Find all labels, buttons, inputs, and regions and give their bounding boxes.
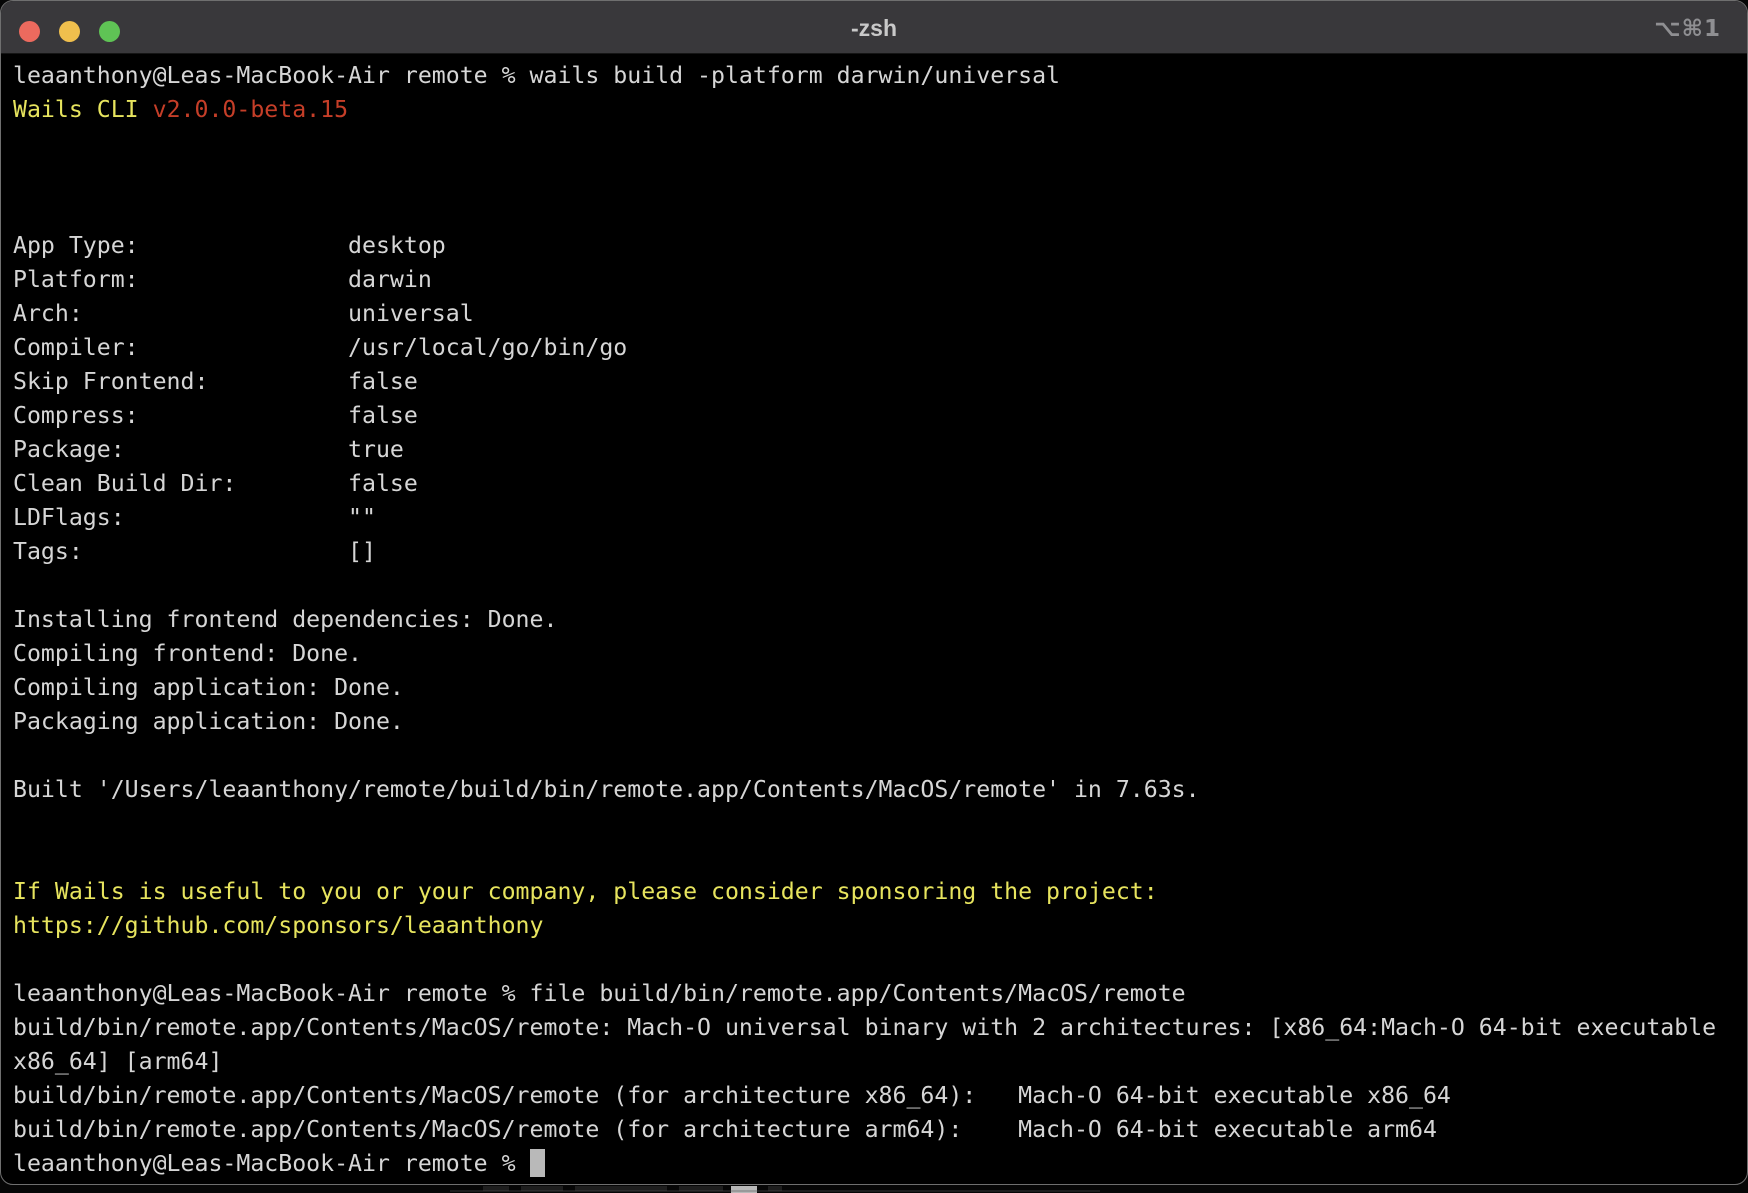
config-ldflags: LDFlags: ""	[13, 501, 1747, 535]
file-output-x86-64: build/bin/remote.app/Contents/MacOS/remo…	[13, 1079, 1747, 1113]
terminal-text: Installing frontend dependencies: Done.	[13, 606, 557, 633]
terminal-text: leaanthony@Leas-MacBook-Air remote % fil…	[13, 980, 1186, 1007]
config-platform: Platform: darwin	[13, 263, 1747, 297]
wails-version-line: Wails CLI v2.0.0-beta.15	[13, 93, 1747, 127]
blank-line	[13, 807, 1747, 841]
step-packaging-application: Packaging application: Done.	[13, 705, 1747, 739]
prompt-line-active: leaanthony@Leas-MacBook-Air remote %	[13, 1147, 1747, 1181]
wails-cli-label: Wails CLI	[13, 96, 153, 123]
terminal-text: build/bin/remote.app/Contents/MacOS/remo…	[13, 1116, 1437, 1143]
config-arch: Arch: universal	[13, 297, 1747, 331]
terminal-cursor	[530, 1149, 545, 1177]
terminal-text: Clean Build Dir: false	[13, 470, 418, 497]
terminal-screen[interactable]: leaanthony@Leas-MacBook-Air remote % wai…	[1, 54, 1747, 1184]
prompt-line-file-command: leaanthony@Leas-MacBook-Air remote % fil…	[13, 977, 1747, 1011]
terminal-text: leaanthony@Leas-MacBook-Air remote %	[13, 1150, 530, 1177]
terminal-text: build/bin/remote.app/Contents/MacOS/remo…	[13, 1014, 1716, 1041]
sponsor-url-line: https://github.com/sponsors/leaanthony	[13, 909, 1747, 943]
prompt-line-wails-build: leaanthony@Leas-MacBook-Air remote % wai…	[13, 59, 1747, 93]
config-skip-frontend: Skip Frontend: false	[13, 365, 1747, 399]
terminal-text: LDFlags: ""	[13, 504, 376, 531]
blank-line	[13, 161, 1747, 195]
config-clean-build-dir: Clean Build Dir: false	[13, 467, 1747, 501]
built-result-line: Built '/Users/leaanthony/remote/build/bi…	[13, 773, 1747, 807]
terminal-text: Built '/Users/leaanthony/remote/build/bi…	[13, 776, 1200, 803]
step-compiling-application: Compiling application: Done.	[13, 671, 1747, 705]
file-output-universal-binary: build/bin/remote.app/Contents/MacOS/remo…	[13, 1011, 1747, 1045]
background-window-strip	[0, 1185, 1748, 1192]
terminal-text: x86_64] [arm64]	[13, 1048, 222, 1075]
window-titlebar[interactable]: -zsh ⌥⌘1	[1, 1, 1747, 54]
step-installing-deps: Installing frontend dependencies: Done.	[13, 603, 1747, 637]
config-compress: Compress: false	[13, 399, 1747, 433]
terminal-text: Package: true	[13, 436, 404, 463]
config-tags: Tags: []	[13, 535, 1747, 569]
terminal-text: App Type: desktop	[13, 232, 446, 259]
terminal-text: Compress: false	[13, 402, 418, 429]
terminal-window: -zsh ⌥⌘1 leaanthony@Leas-MacBook-Air rem…	[0, 0, 1748, 1185]
terminal-text: Compiling application: Done.	[13, 674, 404, 701]
blank-line	[13, 127, 1747, 161]
tab-shortcut-hint: ⌥⌘1	[1654, 1, 1721, 54]
sponsor-link[interactable]: https://github.com/sponsors/leaanthony	[13, 912, 543, 939]
terminal-text: Platform: darwin	[13, 266, 432, 293]
blank-line	[13, 943, 1747, 977]
terminal-text: Arch: universal	[13, 300, 474, 327]
terminal-text: build/bin/remote.app/Contents/MacOS/remo…	[13, 1082, 1451, 1109]
step-compiling-frontend: Compiling frontend: Done.	[13, 637, 1747, 671]
terminal-text: Compiling frontend: Done.	[13, 640, 362, 667]
sponsor-message-line: If Wails is useful to you or your compan…	[13, 875, 1747, 909]
file-output-universal-binary-wrap: x86_64] [arm64]	[13, 1045, 1747, 1079]
window-title: -zsh	[1, 1, 1747, 54]
blank-line	[13, 739, 1747, 773]
config-app-type: App Type: desktop	[13, 229, 1747, 263]
terminal-text: Compiler: /usr/local/go/bin/go	[13, 334, 627, 361]
config-compiler: Compiler: /usr/local/go/bin/go	[13, 331, 1747, 365]
terminal-text: If Wails is useful to you or your compan…	[13, 878, 1158, 905]
file-output-arm64: build/bin/remote.app/Contents/MacOS/remo…	[13, 1113, 1747, 1147]
terminal-text: Packaging application: Done.	[13, 708, 404, 735]
terminal-text: Skip Frontend: false	[13, 368, 418, 395]
blank-line	[13, 569, 1747, 603]
terminal-text: leaanthony@Leas-MacBook-Air remote % wai…	[13, 62, 1060, 89]
blank-line	[13, 841, 1747, 875]
config-package: Package: true	[13, 433, 1747, 467]
blank-line	[13, 195, 1747, 229]
terminal-text: Tags: []	[13, 538, 376, 565]
wails-version: v2.0.0-beta.15	[153, 96, 348, 123]
